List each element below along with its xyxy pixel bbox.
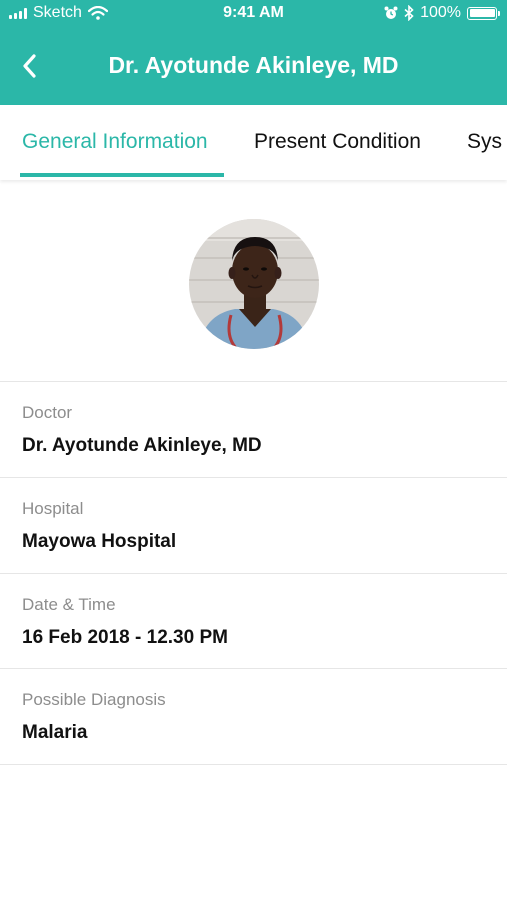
nav-bar: Dr. Ayotunde Akinleye, MD <box>0 30 507 105</box>
battery-icon <box>467 6 500 20</box>
divider <box>0 573 507 574</box>
active-tab-indicator <box>20 173 224 177</box>
doctor-label: Doctor <box>22 403 73 422</box>
doctor-value: Dr. Ayotunde Akinleye, MD <box>22 435 262 456</box>
diagnosis-label: Possible Diagnosis <box>22 690 166 709</box>
status-bar: Sketch 9:41 AM 100% <box>0 0 507 30</box>
status-right: 100% <box>384 4 500 22</box>
hospital-value: Mayowa Hospital <box>22 531 177 552</box>
battery-label: 100% <box>420 4 461 21</box>
hospital-label: Hospital <box>22 499 84 518</box>
diagnosis-value: Malaria <box>22 722 88 743</box>
divider <box>0 668 507 669</box>
divider <box>0 381 507 382</box>
bluetooth-icon <box>404 5 414 21</box>
tab-symptoms[interactable]: Sys <box>467 105 502 180</box>
date-time-label: Date & Time <box>22 595 116 614</box>
date-time-value: 16 Feb 2018 - 12.30 PM <box>22 627 228 648</box>
alarm-icon <box>384 6 398 19</box>
page-title: Dr. Ayotunde Akinleye, MD <box>108 52 399 78</box>
tab-bar: General Information Present Condition Sy… <box>0 105 507 180</box>
doctor-avatar <box>189 219 319 349</box>
divider <box>0 764 507 765</box>
tab-present-condition[interactable]: Present Condition <box>254 105 421 180</box>
divider <box>0 477 507 478</box>
tab-general-information[interactable]: General Information <box>22 105 208 180</box>
